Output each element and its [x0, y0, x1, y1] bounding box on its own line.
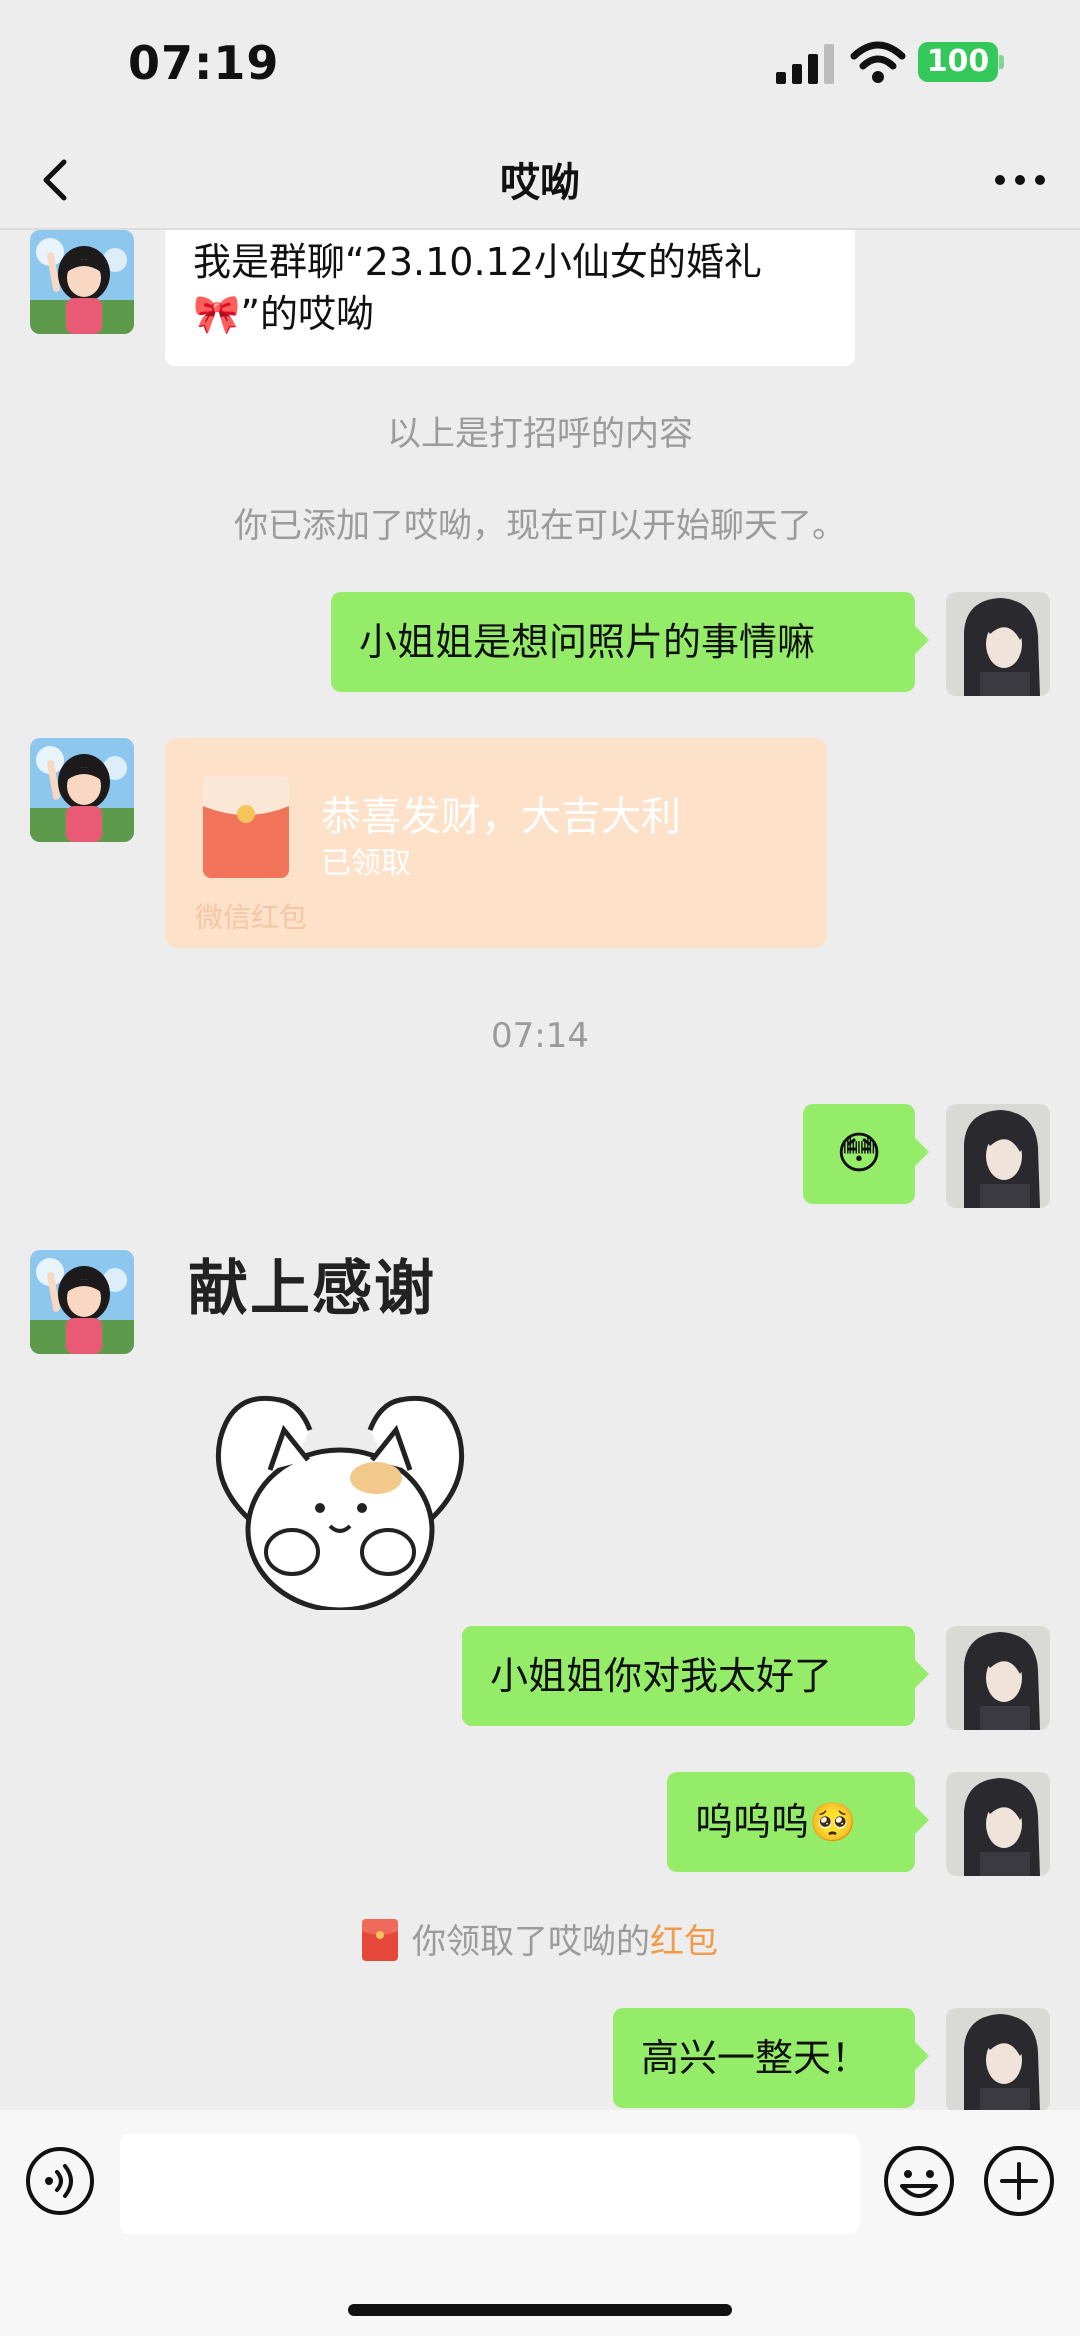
more-dots-icon[interactable]: [990, 152, 1050, 208]
message-incoming-greeting[interactable]: 我是群聊“23.10.12小仙女的婚礼🎀”的哎呦: [165, 230, 855, 366]
cat-sticker-image: [215, 1395, 465, 1610]
message-outgoing[interactable]: 小姐姐你对我太好了: [462, 1626, 929, 1726]
timestamp: 07:14: [491, 1016, 589, 1056]
system-note-text: 你领取了哎呦的: [412, 1922, 650, 1962]
wifi-icon: [850, 41, 906, 83]
sticker-caption: 献上感谢: [188, 1254, 436, 1324]
my-avatar[interactable]: [946, 2008, 1050, 2110]
message-outgoing[interactable]: 高兴一整天！: [613, 2008, 929, 2108]
message-text: 小姐姐是想问照片的事情嘛: [359, 620, 816, 664]
message-text: 高兴一整天！: [641, 2036, 870, 2080]
contact-avatar[interactable]: [30, 738, 134, 842]
red-packet-footer: 微信红包: [195, 901, 308, 934]
system-note: 你已添加了哎呦，现在可以开始聊天了。: [234, 506, 846, 546]
input-bar: [0, 2110, 1080, 2336]
red-packet-icon: [203, 776, 289, 878]
chat-area[interactable]: 我是群聊“23.10.12小仙女的婚礼🎀”的哎呦 以上是打招呼的内容 你已添加了…: [0, 230, 1080, 2110]
battery-indicator: 100: [918, 42, 998, 82]
message-text: 呜呜呜🥺: [695, 1800, 857, 1844]
my-avatar[interactable]: [946, 592, 1050, 696]
emoji-icon[interactable]: [882, 2144, 956, 2218]
sticker-message[interactable]: 献上感谢: [180, 1240, 500, 1610]
contact-avatar[interactable]: [30, 230, 134, 334]
my-avatar[interactable]: [946, 1104, 1050, 1208]
message-text: 😳: [836, 1128, 882, 1179]
message-input[interactable]: [120, 2134, 860, 2234]
message-text: 我是群聊“23.10.12小仙女的婚礼🎀”的哎呦: [193, 240, 762, 336]
my-avatar[interactable]: [946, 1626, 1050, 1730]
message-text: 小姐姐你对我太好了: [490, 1654, 833, 1698]
plus-icon[interactable]: [982, 2144, 1056, 2218]
red-packet-card[interactable]: 恭喜发财，大吉大利 已领取 微信红包: [165, 738, 827, 948]
system-note-red-packet: 你领取了哎呦的红包: [0, 1914, 1080, 1963]
my-avatar[interactable]: [946, 1772, 1050, 1876]
system-note: 以上是打招呼的内容: [387, 414, 693, 454]
red-packet-icon: [362, 1919, 398, 1961]
message-outgoing[interactable]: 😳: [803, 1104, 929, 1204]
status-bar: 07:19 100: [0, 0, 1080, 130]
battery-tip: [999, 55, 1004, 69]
red-packet-status: 已领取: [321, 846, 411, 881]
contact-avatar[interactable]: [30, 1250, 134, 1354]
chat-title: 哎呦: [500, 160, 580, 206]
voice-icon[interactable]: [25, 2146, 95, 2216]
status-time: 07:19: [128, 36, 280, 90]
red-packet-title: 恭喜发财，大吉大利: [321, 794, 681, 840]
message-outgoing[interactable]: 小姐姐是想问照片的事情嘛: [331, 592, 929, 692]
nav-bar: 哎呦: [0, 130, 1080, 230]
red-packet-link[interactable]: 红包: [650, 1922, 718, 1962]
message-outgoing[interactable]: 呜呜呜🥺: [667, 1772, 929, 1872]
home-indicator: [348, 2304, 732, 2316]
signal-icon: [776, 44, 834, 84]
